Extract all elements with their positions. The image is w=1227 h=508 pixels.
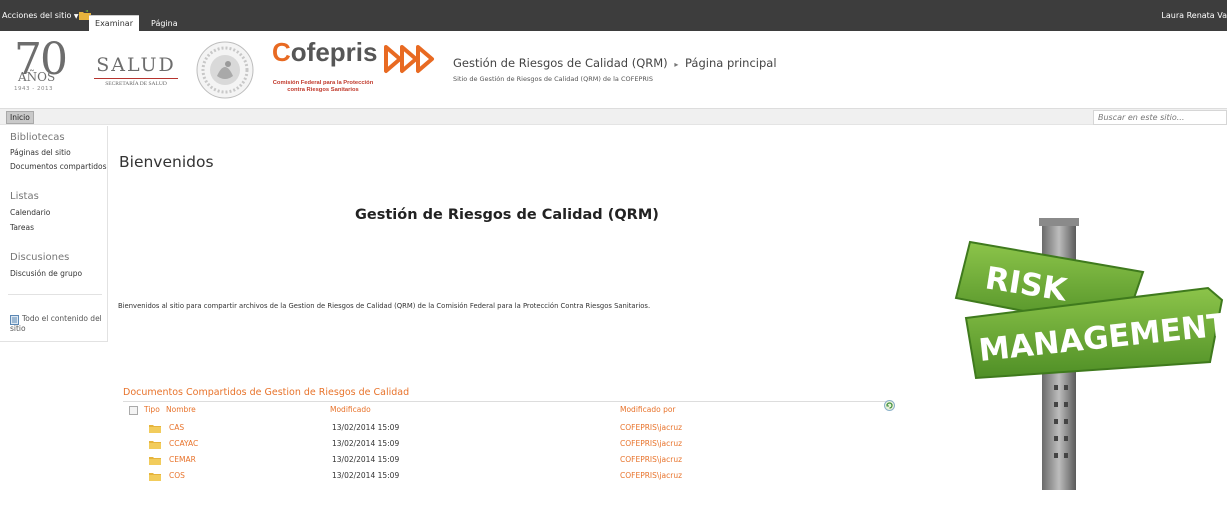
row-modified: 13/02/2014 15:09 xyxy=(332,471,400,480)
logo-cofepris: Cofepris Comisión Federal para la Protec… xyxy=(262,37,442,99)
breadcrumb-page: Página principal xyxy=(685,56,777,70)
row-modified-by[interactable]: COFEPRIS\jacruz xyxy=(620,471,682,480)
salud-rule xyxy=(94,78,178,79)
row-name[interactable]: CCAYAC xyxy=(169,439,198,448)
site-description: Sitio de Gestión de Riesgos de Calidad (… xyxy=(453,75,653,83)
refresh-icon[interactable] xyxy=(884,400,895,411)
folder-icon xyxy=(149,425,161,433)
page-title: Bienvenidos xyxy=(119,153,214,171)
nav-item-site-pages[interactable]: Páginas del sitio xyxy=(10,148,71,157)
folder-icon xyxy=(149,457,161,465)
user-menu[interactable]: Laura Renata Va xyxy=(1161,11,1227,20)
row-name[interactable]: COS xyxy=(169,471,185,480)
column-modified[interactable]: Modificado xyxy=(330,405,371,414)
main-heading: Gestión de Riesgos de Calidad (QRM) xyxy=(355,207,659,223)
row-modified-by[interactable]: COFEPRIS\jacruz xyxy=(620,423,682,432)
library-rule xyxy=(123,401,888,402)
nav-item-calendar[interactable]: Calendario xyxy=(10,208,50,217)
logo-salud: SALUD SECRETARÍA DE SALUD xyxy=(90,54,182,87)
nav-heading-libraries[interactable]: Bibliotecas xyxy=(10,132,65,143)
folder-icon xyxy=(149,473,161,481)
ribbon: Acciones del sitio ▼ Examinar Página Lau… xyxy=(0,0,1227,31)
tab-page[interactable]: Página xyxy=(151,19,178,28)
cofepris-arrows-icon xyxy=(384,45,434,73)
row-modified: 13/02/2014 15:09 xyxy=(332,423,400,432)
tab-home[interactable]: Inicio xyxy=(6,111,34,124)
nav-heading-discussions[interactable]: Discusiones xyxy=(10,252,69,263)
library-title[interactable]: Documentos Compartidos de Gestion de Rie… xyxy=(123,387,409,398)
table-row[interactable]: CEMAR 13/02/2014 15:09 COFEPRIS\jacruz xyxy=(0,453,900,469)
cofepris-wordmark: Cofepris xyxy=(272,37,378,67)
column-modified-by[interactable]: Modificado por xyxy=(620,405,676,414)
search-input[interactable]: Buscar en este sitio... xyxy=(1093,110,1227,125)
nav-item-all-content[interactable]: Todo el contenido del sitio xyxy=(10,314,106,334)
risk-management-sign-image: RISK MANAGEMENT xyxy=(954,218,1227,490)
nav-heading-lists[interactable]: Listas xyxy=(10,191,39,202)
salud-title: SALUD xyxy=(96,54,176,76)
intro-text: Bienvenidos al sitio para compartir arch… xyxy=(118,302,651,310)
logo-70-anos: 70 AÑOS 1943 - 2013 xyxy=(14,34,76,94)
breadcrumb: Gestión de Riesgos de Calidad (QRM) ▸ Pá… xyxy=(453,56,777,70)
nav-item-tasks[interactable]: Tareas xyxy=(10,223,34,232)
nav-item-shared-documents[interactable]: Documentos compartidos xyxy=(10,162,106,171)
logo-70-anos-text: AÑOS xyxy=(18,70,56,84)
table-row[interactable]: CAS 13/02/2014 15:09 COFEPRIS\jacruz xyxy=(0,421,900,437)
quick-launch: Bibliotecas Páginas del sitio Documentos… xyxy=(0,126,108,342)
column-name[interactable]: Nombre xyxy=(166,405,196,414)
row-modified: 13/02/2014 15:09 xyxy=(332,439,400,448)
column-type[interactable]: Tipo xyxy=(144,405,160,414)
breadcrumb-site[interactable]: Gestión de Riesgos de Calidad (QRM) xyxy=(453,56,668,70)
nav-item-group-discussion[interactable]: Discusión de grupo xyxy=(10,269,82,278)
top-navigation: Inicio Buscar en este sitio... xyxy=(0,108,1227,125)
salud-subtitle: SECRETARÍA DE SALUD xyxy=(105,81,167,87)
caret-down-icon: ▼ xyxy=(73,13,79,20)
row-modified: 13/02/2014 15:09 xyxy=(332,455,400,464)
cofepris-subtitle: Comisión Federal para la Protección cont… xyxy=(272,80,374,93)
mexico-seal-icon xyxy=(196,41,254,99)
site-actions-label: Acciones del sitio xyxy=(2,11,72,20)
table-row[interactable]: CCAYAC 13/02/2014 15:09 COFEPRIS\jacruz xyxy=(0,437,900,453)
breadcrumb-separator-icon: ▸ xyxy=(674,60,679,69)
logo-70-years: 1943 - 2013 xyxy=(14,86,53,92)
site-actions-menu[interactable]: Acciones del sitio ▼ xyxy=(2,11,79,20)
row-name[interactable]: CEMAR xyxy=(169,455,196,464)
table-row[interactable]: COS 13/02/2014 15:09 COFEPRIS\jacruz xyxy=(0,469,900,485)
nav-divider xyxy=(8,294,102,295)
folder-icon xyxy=(149,441,161,449)
tab-browse[interactable]: Examinar xyxy=(89,15,139,31)
row-modified-by[interactable]: COFEPRIS\jacruz xyxy=(620,455,682,464)
select-all-checkbox[interactable] xyxy=(129,406,138,415)
row-name[interactable]: CAS xyxy=(169,423,184,432)
row-modified-by[interactable]: COFEPRIS\jacruz xyxy=(620,439,682,448)
